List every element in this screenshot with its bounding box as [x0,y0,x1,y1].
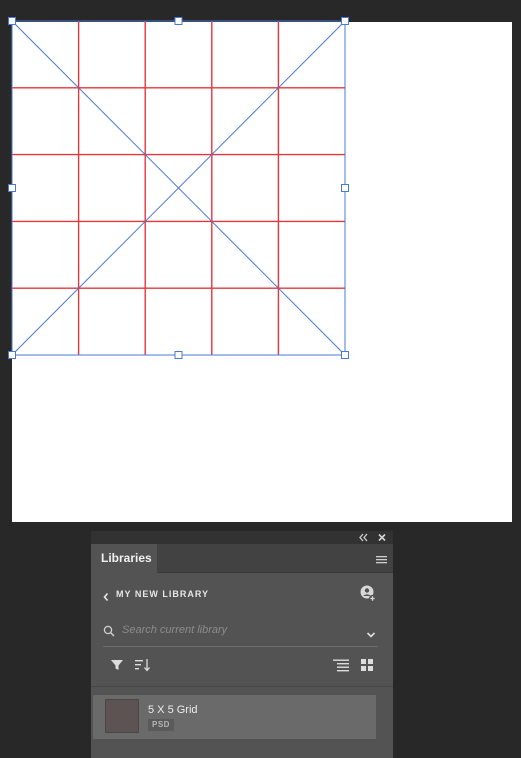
transform-handle[interactable] [8,17,16,25]
chevron-down-icon[interactable] [366,626,376,638]
library-toolbar [91,655,393,675]
selection-frame [8,17,349,359]
close-icon[interactable] [375,531,389,544]
library-name[interactable]: MY NEW LIBRARY [116,587,209,601]
transform-handle[interactable] [8,351,16,359]
panel-title-bar [91,531,393,544]
hamburger-menu-icon[interactable] [376,552,387,564]
add-user-button[interactable] [359,585,377,603]
asset-thumbnail [105,699,139,733]
transform-handle[interactable] [341,17,349,25]
asset-name: 5 X 5 Grid [148,704,198,716]
panel-tab-row: Libraries [91,544,393,573]
transform-handle[interactable] [8,184,16,192]
list-view-icon[interactable] [333,658,349,672]
user-add-icon [360,585,377,603]
libraries-panel: Libraries MY NEW LIBRARY Search current … [91,531,393,758]
transform-handle[interactable] [341,184,349,192]
chevron-left-icon[interactable] [102,589,110,602]
list-item[interactable]: 5 X 5 Grid PSD [93,695,376,739]
library-header: MY NEW LIBRARY [91,581,393,607]
search-bar [103,618,378,647]
sort-icon[interactable] [135,658,150,672]
transform-handle[interactable] [341,351,349,359]
transform-handle[interactable] [174,351,183,359]
grid-view-icon[interactable] [360,658,374,672]
search-icon [103,624,115,637]
divider [91,686,393,687]
double-chevron-left-icon[interactable] [357,531,371,544]
tab-libraries[interactable]: Libraries [91,544,157,573]
search-input[interactable] [122,621,342,639]
transform-handle[interactable] [174,17,183,25]
filter-icon[interactable] [110,658,124,672]
asset-type-badge: PSD [148,719,174,731]
